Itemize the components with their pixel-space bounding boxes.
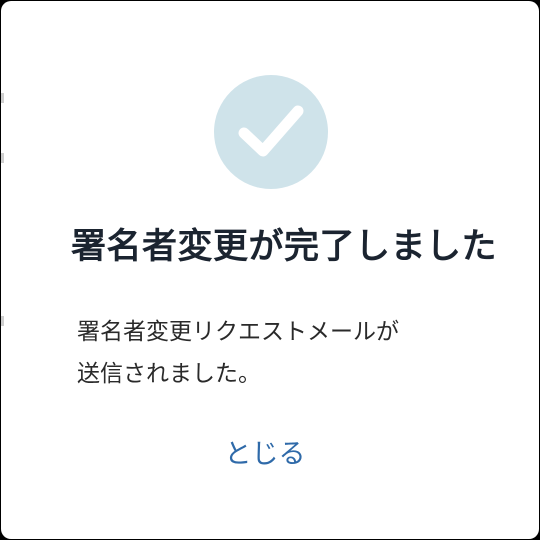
message-line: 送信されました。 [77, 361, 261, 387]
success-badge [214, 75, 328, 189]
dialog-title: 署名者変更が完了しました [70, 227, 497, 267]
completion-dialog: 署名者変更が完了しました 署名者変更リクエストメールが 送信されました。 とじる [1, 1, 539, 539]
edge-divider [1, 93, 4, 103]
message-line: 署名者変更リクエストメールが [77, 319, 399, 345]
check-icon [238, 105, 304, 157]
edge-divider [1, 316, 4, 326]
close-button[interactable]: とじる [219, 433, 311, 477]
dialog-message: 署名者変更リクエストメールが 送信されました。 [77, 311, 497, 395]
edge-divider [1, 153, 4, 163]
